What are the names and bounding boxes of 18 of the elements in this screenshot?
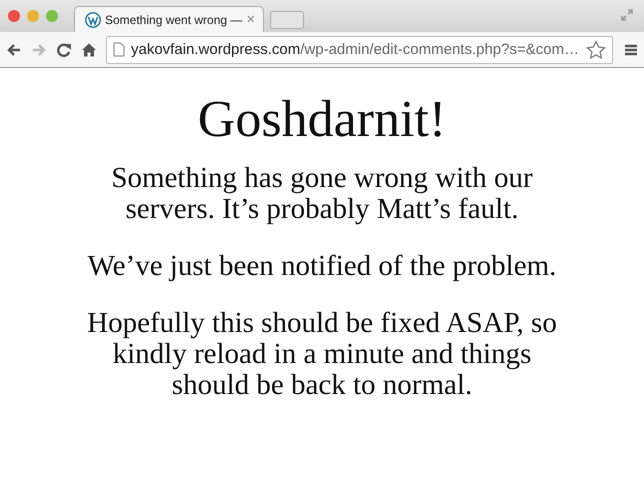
error-heading: Goshdarnit!: [196, 90, 448, 149]
browser-tab[interactable]: Something went wrong — ×: [74, 6, 264, 32]
fullscreen-icon[interactable]: [620, 8, 634, 22]
zoom-window-button[interactable]: [46, 10, 58, 22]
error-message: Something has gone wrong with our servers. It’s probably Matt’s fault.: [110, 163, 534, 225]
address-bar[interactable]: yakovfain.wordpress.com/wp-admin/edit-comments.php?s=&com…: [106, 36, 613, 64]
back-arrow-icon[interactable]: [6, 42, 22, 58]
error-message: Hopefully this should be fixed ASAP, so kindly reload in a minute and things should be back to normal.: [86, 308, 558, 401]
menu-icon[interactable]: [624, 42, 638, 56]
reload-icon[interactable]: [56, 42, 72, 58]
new-tab-button[interactable]: [270, 11, 304, 29]
page-icon: [113, 42, 125, 57]
home-icon[interactable]: [81, 42, 97, 58]
bookmark-star-icon[interactable]: [586, 40, 606, 60]
wordpress-logo-icon: [85, 12, 101, 28]
error-message: We’ve just been notified of the problem.: [86, 251, 558, 282]
minimize-window-button[interactable]: [27, 10, 39, 22]
close-window-button[interactable]: [8, 10, 20, 22]
